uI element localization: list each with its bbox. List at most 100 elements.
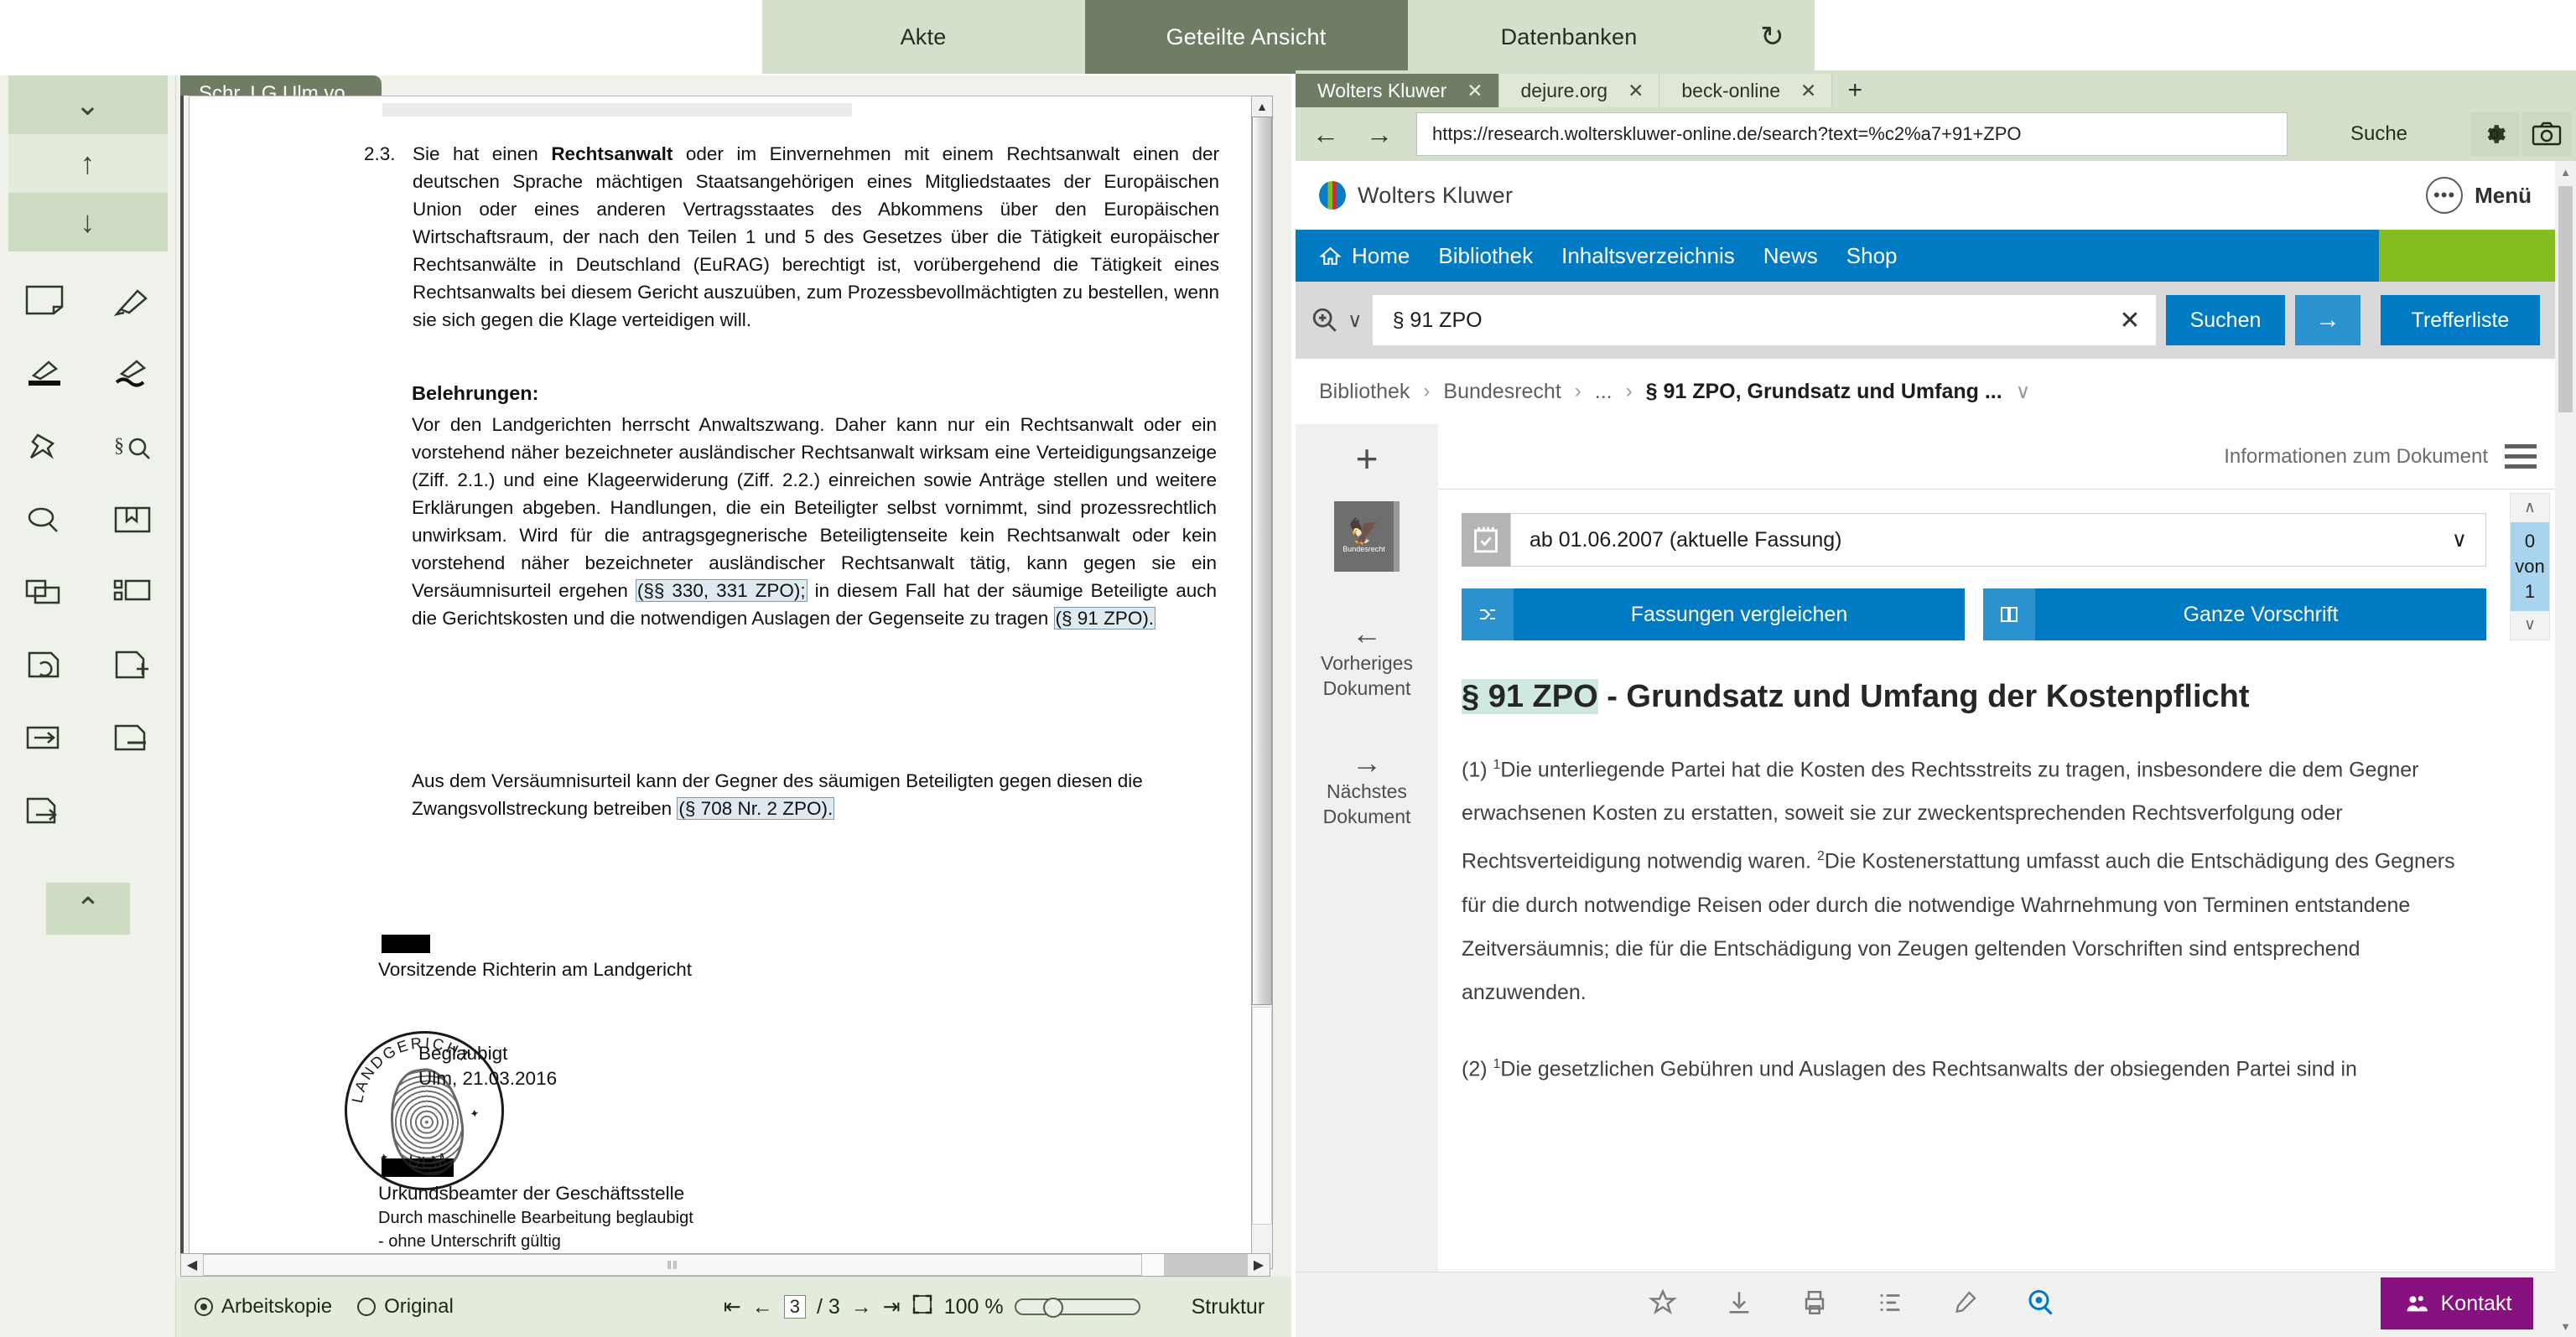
- hamburger-icon[interactable]: [2505, 444, 2537, 469]
- marker-underline-icon[interactable]: [0, 336, 88, 409]
- page-export-icon[interactable]: [0, 774, 88, 847]
- print-icon[interactable]: [1800, 1288, 1829, 1322]
- pdf-hscroll-right-arrow[interactable]: ▶: [1248, 1257, 1270, 1273]
- wk-search-box[interactable]: § 91 ZPO ✕: [1372, 295, 2156, 345]
- counter-up-button[interactable]: ∧: [2511, 494, 2549, 522]
- pdf-vscroll-lower-thumb[interactable]: [1252, 1007, 1272, 1225]
- version-select[interactable]: ab 01.06.2007 (aktuelle Fassung) ∨: [1510, 513, 2486, 567]
- pdf-hscroll-left-arrow[interactable]: ◀: [181, 1257, 203, 1273]
- pdf-citation-91-zpo[interactable]: (§ 91 ZPO).: [1053, 607, 1156, 630]
- nav-item-inhaltsverzeichnis[interactable]: Inhaltsverzeichnis: [1561, 243, 1735, 269]
- page-rotate-icon[interactable]: [0, 628, 88, 701]
- kontakt-button[interactable]: Kontakt: [2381, 1277, 2533, 1329]
- pen-icon[interactable]: [1951, 1288, 1978, 1322]
- zoom-slider-knob[interactable]: [1042, 1298, 1063, 1318]
- pdf-vertical-scrollbar[interactable]: ▲ ▼: [1251, 96, 1273, 1269]
- breadcrumb-item-bundesrecht[interactable]: Bundesrecht: [1443, 380, 1561, 404]
- marker-wave-icon[interactable]: [88, 336, 176, 409]
- wk-trefferliste-button[interactable]: Trefferliste: [2381, 295, 2540, 345]
- document-info-label[interactable]: Informationen zum Dokument: [2224, 445, 2488, 469]
- ganze-vorschrift-button[interactable]: Ganze Vorschrift: [1983, 588, 2486, 640]
- wk-search-submit-button[interactable]: Suchen: [2166, 295, 2285, 345]
- page-remove-icon[interactable]: [88, 701, 176, 774]
- magnifier-icon[interactable]: [0, 482, 88, 555]
- struktur-label[interactable]: Struktur: [1192, 1295, 1265, 1319]
- browser-search-button[interactable]: Suche: [2291, 112, 2467, 156]
- pdf-scroll-up-arrow[interactable]: ▲: [1252, 96, 1272, 117]
- page-number-input[interactable]: 3: [783, 1295, 806, 1319]
- add-to-workspace-button[interactable]: +: [1356, 436, 1379, 481]
- page-scroll-down-arrow[interactable]: ▼: [2555, 1315, 2576, 1337]
- bundesrecht-book-icon[interactable]: 🦅 Bundesrecht: [1334, 501, 1400, 572]
- zoom-search-icon[interactable]: [2025, 1288, 2055, 1322]
- page-vscroll-thumb[interactable]: [2558, 186, 2573, 412]
- pdf-horizontal-scrollbar[interactable]: ◀ ‖‖ ▶: [180, 1253, 1270, 1277]
- back-button[interactable]: ←: [1301, 112, 1351, 156]
- url-input[interactable]: https://research.wolterskluwer-online.de…: [1416, 112, 2288, 156]
- page-add-icon[interactable]: [88, 628, 176, 701]
- new-tab-button[interactable]: +: [1832, 74, 1877, 107]
- clear-icon[interactable]: ✕: [2104, 306, 2156, 335]
- next-document-button[interactable]: → Nächstes Dokument: [1323, 745, 1411, 830]
- zoom-slider[interactable]: [1014, 1298, 1140, 1318]
- breadcrumb-item-bibliothek[interactable]: Bibliothek: [1319, 380, 1410, 404]
- pdf-vscroll-thumb[interactable]: [1252, 117, 1272, 1005]
- rail-scroll-down-button[interactable]: ↓: [8, 193, 168, 251]
- breadcrumb-item-ellipsis[interactable]: ...: [1595, 380, 1613, 404]
- page-move-icon[interactable]: [0, 701, 88, 774]
- app-tab-datenbanken[interactable]: Datenbanken: [1407, 0, 1731, 74]
- forward-button[interactable]: →: [1354, 112, 1405, 156]
- browser-tab-wolters-kluwer[interactable]: Wolters Kluwer ✕: [1296, 74, 1499, 107]
- last-page-icon[interactable]: ⇥: [883, 1294, 901, 1319]
- wk-logo[interactable]: Wolters Kluwer: [1319, 181, 1513, 210]
- prev-page-icon[interactable]: ←: [752, 1295, 773, 1319]
- bookmark-book-icon[interactable]: [88, 482, 176, 555]
- next-page-icon[interactable]: →: [851, 1295, 872, 1319]
- refresh-button[interactable]: ↻: [1730, 0, 1815, 74]
- app-tab-akte[interactable]: Akte: [761, 0, 1085, 74]
- settings-button[interactable]: [2470, 112, 2519, 156]
- nav-item-home[interactable]: Home: [1319, 243, 1410, 269]
- fit-page-icon[interactable]: [911, 1293, 933, 1321]
- breadcrumb-dropdown-icon[interactable]: ∨: [2016, 380, 2031, 404]
- list-icon[interactable]: [1876, 1288, 1904, 1322]
- nav-item-bibliothek[interactable]: Bibliothek: [1438, 243, 1533, 269]
- radio-arbeitskopie[interactable]: Arbeitskopie: [195, 1295, 332, 1319]
- rail-collapse-down-button[interactable]: ⌄: [8, 75, 168, 134]
- prev-document-button[interactable]: ← Vorheriges Dokument: [1321, 617, 1413, 701]
- first-page-icon[interactable]: ⇤: [724, 1294, 741, 1319]
- download-icon[interactable]: [1725, 1288, 1753, 1322]
- close-icon[interactable]: ✕: [1467, 80, 1483, 102]
- browser-tab-dejure[interactable]: dejure.org ✕: [1498, 74, 1660, 107]
- note-icon[interactable]: [0, 263, 88, 336]
- copy-pages-icon[interactable]: [0, 555, 88, 628]
- rail-collapse-up-button[interactable]: ⌃: [46, 883, 130, 935]
- pdf-citation-330-331-zpo[interactable]: (§§ 330, 331 ZPO);: [635, 579, 808, 602]
- nav-item-shop[interactable]: Shop: [1846, 243, 1898, 269]
- highlighter-icon[interactable]: [88, 263, 176, 336]
- breadcrumb-item-current[interactable]: § 91 ZPO, Grundsatz und Umfang ...: [1646, 380, 2002, 404]
- wk-search-arrow-button[interactable]: →: [2295, 295, 2360, 345]
- screenshot-button[interactable]: [2522, 112, 2571, 156]
- fassungen-vergleichen-button[interactable]: Fassungen vergleichen: [1462, 588, 1965, 640]
- radio-original[interactable]: Original: [357, 1295, 454, 1319]
- wk-search-input[interactable]: § 91 ZPO: [1393, 308, 2104, 333]
- pdf-hscroll-track[interactable]: ‖‖: [203, 1254, 1248, 1276]
- rail-scroll-up-button[interactable]: ↑: [8, 134, 168, 193]
- counter-down-button[interactable]: ∨: [2511, 611, 2549, 640]
- paragraph-search-icon[interactable]: §: [88, 409, 176, 482]
- browser-tab-beck-online[interactable]: beck-online ✕: [1659, 74, 1833, 107]
- thumbnails-icon[interactable]: [88, 555, 176, 628]
- page-vertical-scrollbar[interactable]: ▲ ▼: [2555, 161, 2576, 1337]
- nav-item-news[interactable]: News: [1763, 243, 1818, 269]
- pin-icon[interactable]: [0, 409, 88, 482]
- search-scope-selector[interactable]: ∨: [1311, 306, 1363, 334]
- app-tab-geteilte-ansicht[interactable]: Geteilte Ansicht: [1084, 0, 1408, 74]
- close-icon[interactable]: ✕: [1628, 80, 1644, 102]
- pdf-hscroll-thumb[interactable]: ‖‖: [203, 1254, 1142, 1276]
- close-icon[interactable]: ✕: [1800, 80, 1816, 102]
- favorite-star-icon[interactable]: [1648, 1288, 1678, 1322]
- page-scroll-up-arrow[interactable]: ▲: [2555, 161, 2576, 183]
- pdf-citation-708-zpo[interactable]: (§ 708 Nr. 2 ZPO).: [677, 797, 835, 820]
- wk-menu-button[interactable]: ••• Menü: [2426, 177, 2532, 214]
